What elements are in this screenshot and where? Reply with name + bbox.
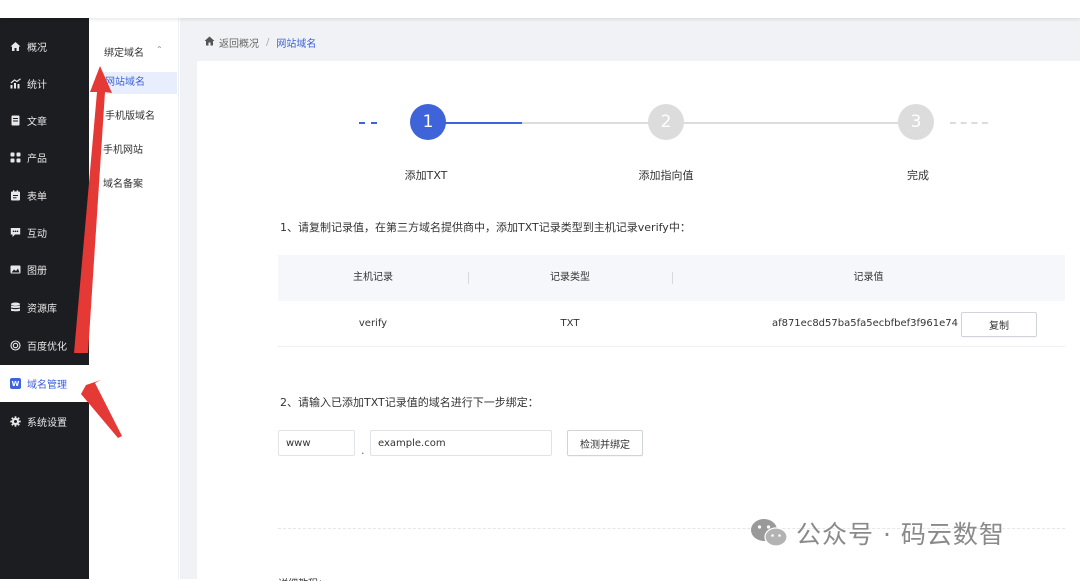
col-host-header: 主机记录 (353, 272, 393, 283)
breadcrumb-current: 网站域名 (276, 39, 317, 50)
step-line-lead (359, 122, 377, 124)
main-area: 返回概况 / 网站域名 1 2 3 添加TXT 添加指向值 完成 1、请复制记录… (180, 18, 1080, 581)
watermark-text: 公众号 · 码云数智 (796, 520, 1005, 549)
content-card: 1 2 3 添加TXT 添加指向值 完成 1、请复制记录值，在第三方域名提供商中… (197, 61, 1080, 581)
article-icon (10, 115, 21, 126)
sidebar-item-label: 文章 (27, 117, 47, 128)
sidebar-item-stats[interactable]: 统计 (0, 65, 89, 102)
chevron-up-icon[interactable]: ⌃ (156, 45, 163, 54)
sidebar-item-forms[interactable]: 表单 (0, 177, 89, 214)
watermark: 公众号 · 码云数智 (750, 515, 1005, 551)
wechat-icon (751, 519, 788, 547)
sidebar-item-seo[interactable]: 百度优化 (0, 327, 89, 364)
step-1-label: 添加TXT (404, 169, 448, 182)
step-2-label: 添加指向值 (638, 169, 694, 182)
sidebar-item-label: 概况 (27, 43, 47, 54)
home-icon (10, 41, 21, 52)
cell-host: verify (358, 318, 388, 329)
step-2-circle: 2 (648, 104, 684, 140)
submenu-item-icp[interactable]: 域名备案 (97, 174, 175, 196)
sidebar-item-label: 产品 (27, 154, 47, 165)
sidebar-item-domain[interactable]: W 域名管理 (0, 365, 89, 402)
copy-button[interactable]: 复制 (961, 312, 1037, 337)
domain-icon: W (10, 378, 21, 389)
step-line-inactive (522, 122, 912, 124)
sidebar-item-articles[interactable]: 文章 (0, 102, 89, 139)
breadcrumb-separator: / (266, 37, 270, 48)
breadcrumb-home-link[interactable]: 返回概况 (219, 35, 259, 50)
gear-icon (10, 416, 21, 427)
submenu-item-mobile-domain[interactable]: 手机版域名 (99, 106, 177, 128)
step-3-label: 完成 (907, 169, 929, 182)
submenu-item-site-domain[interactable]: 网站域名 (99, 72, 177, 94)
home-icon[interactable] (204, 36, 215, 49)
sidebar-item-label: 域名管理 (27, 380, 67, 391)
stats-icon (10, 78, 21, 89)
sidebar-item-products[interactable]: 产品 (0, 139, 89, 176)
form-icon (10, 190, 21, 201)
sidebar-item-gallery[interactable]: 图册 (0, 251, 89, 288)
sidebar-item-resources[interactable]: 资源库 (0, 289, 89, 326)
submenu-title[interactable]: 绑定域名 (104, 44, 144, 59)
step1-instruction: 1、请复制记录值，在第三方域名提供商中，添加TXT记录类型到主机记录verify… (280, 221, 691, 234)
record-table-header: 主机记录 记录类型 记录值 (278, 255, 1065, 301)
submenu-item-mobile-site[interactable]: 手机网站 (97, 140, 175, 162)
check-and-bind-button[interactable]: 检测并绑定 (567, 430, 643, 456)
top-bar (0, 0, 1080, 18)
sidebar-item-label: 资源库 (27, 304, 57, 315)
step-3-circle: 3 (898, 104, 934, 140)
sidebar-item-label: 系统设置 (27, 418, 67, 429)
sidebar-item-label: 统计 (27, 80, 47, 91)
chat-icon (10, 227, 21, 238)
seo-icon (10, 340, 21, 351)
subdomain-input[interactable]: www (278, 430, 355, 456)
gallery-icon (10, 264, 21, 275)
domain-input[interactable]: example.com (370, 430, 552, 456)
tutorial-heading: 详细教程： (278, 575, 328, 581)
col-value-header: 记录值 (853, 272, 884, 283)
sidebar-item-overview[interactable]: 概况 (0, 28, 89, 65)
breadcrumb: 返回概况 / 网站域名 (204, 35, 316, 50)
step2-instruction: 2、请输入已添加TXT记录值的域名进行下一步绑定： (280, 396, 539, 409)
step-1-circle: 1 (410, 104, 446, 140)
cell-type: TXT (560, 318, 580, 329)
sidebar-item-settings[interactable]: 系统设置 (0, 403, 89, 440)
sidebar-item-label: 互动 (27, 229, 47, 240)
database-icon (10, 302, 21, 313)
sidebar-item-label: 百度优化 (27, 342, 67, 353)
sidebar-item-label: 图册 (27, 266, 47, 277)
submenu: 绑定域名 ⌃ 网站域名 手机版域名 手机网站 域名备案 (89, 18, 179, 579)
sidebar: 概况 统计 文章 产品 表单 互动 图册 资源库 百度优化 W 域名管理 系统设… (0, 18, 89, 579)
domain-dot: . (361, 444, 365, 457)
sidebar-item-interaction[interactable]: 互动 (0, 214, 89, 251)
col-type-header: 记录类型 (550, 272, 590, 283)
step-line-tail (950, 122, 988, 124)
sidebar-item-label: 表单 (27, 192, 47, 203)
product-icon (10, 152, 21, 163)
cell-value: af871ec8d57ba5fa5ecbfbef3f961e74 (771, 318, 958, 329)
table-row: verify TXT af871ec8d57ba5fa5ecbfbef3f961… (278, 301, 1065, 347)
